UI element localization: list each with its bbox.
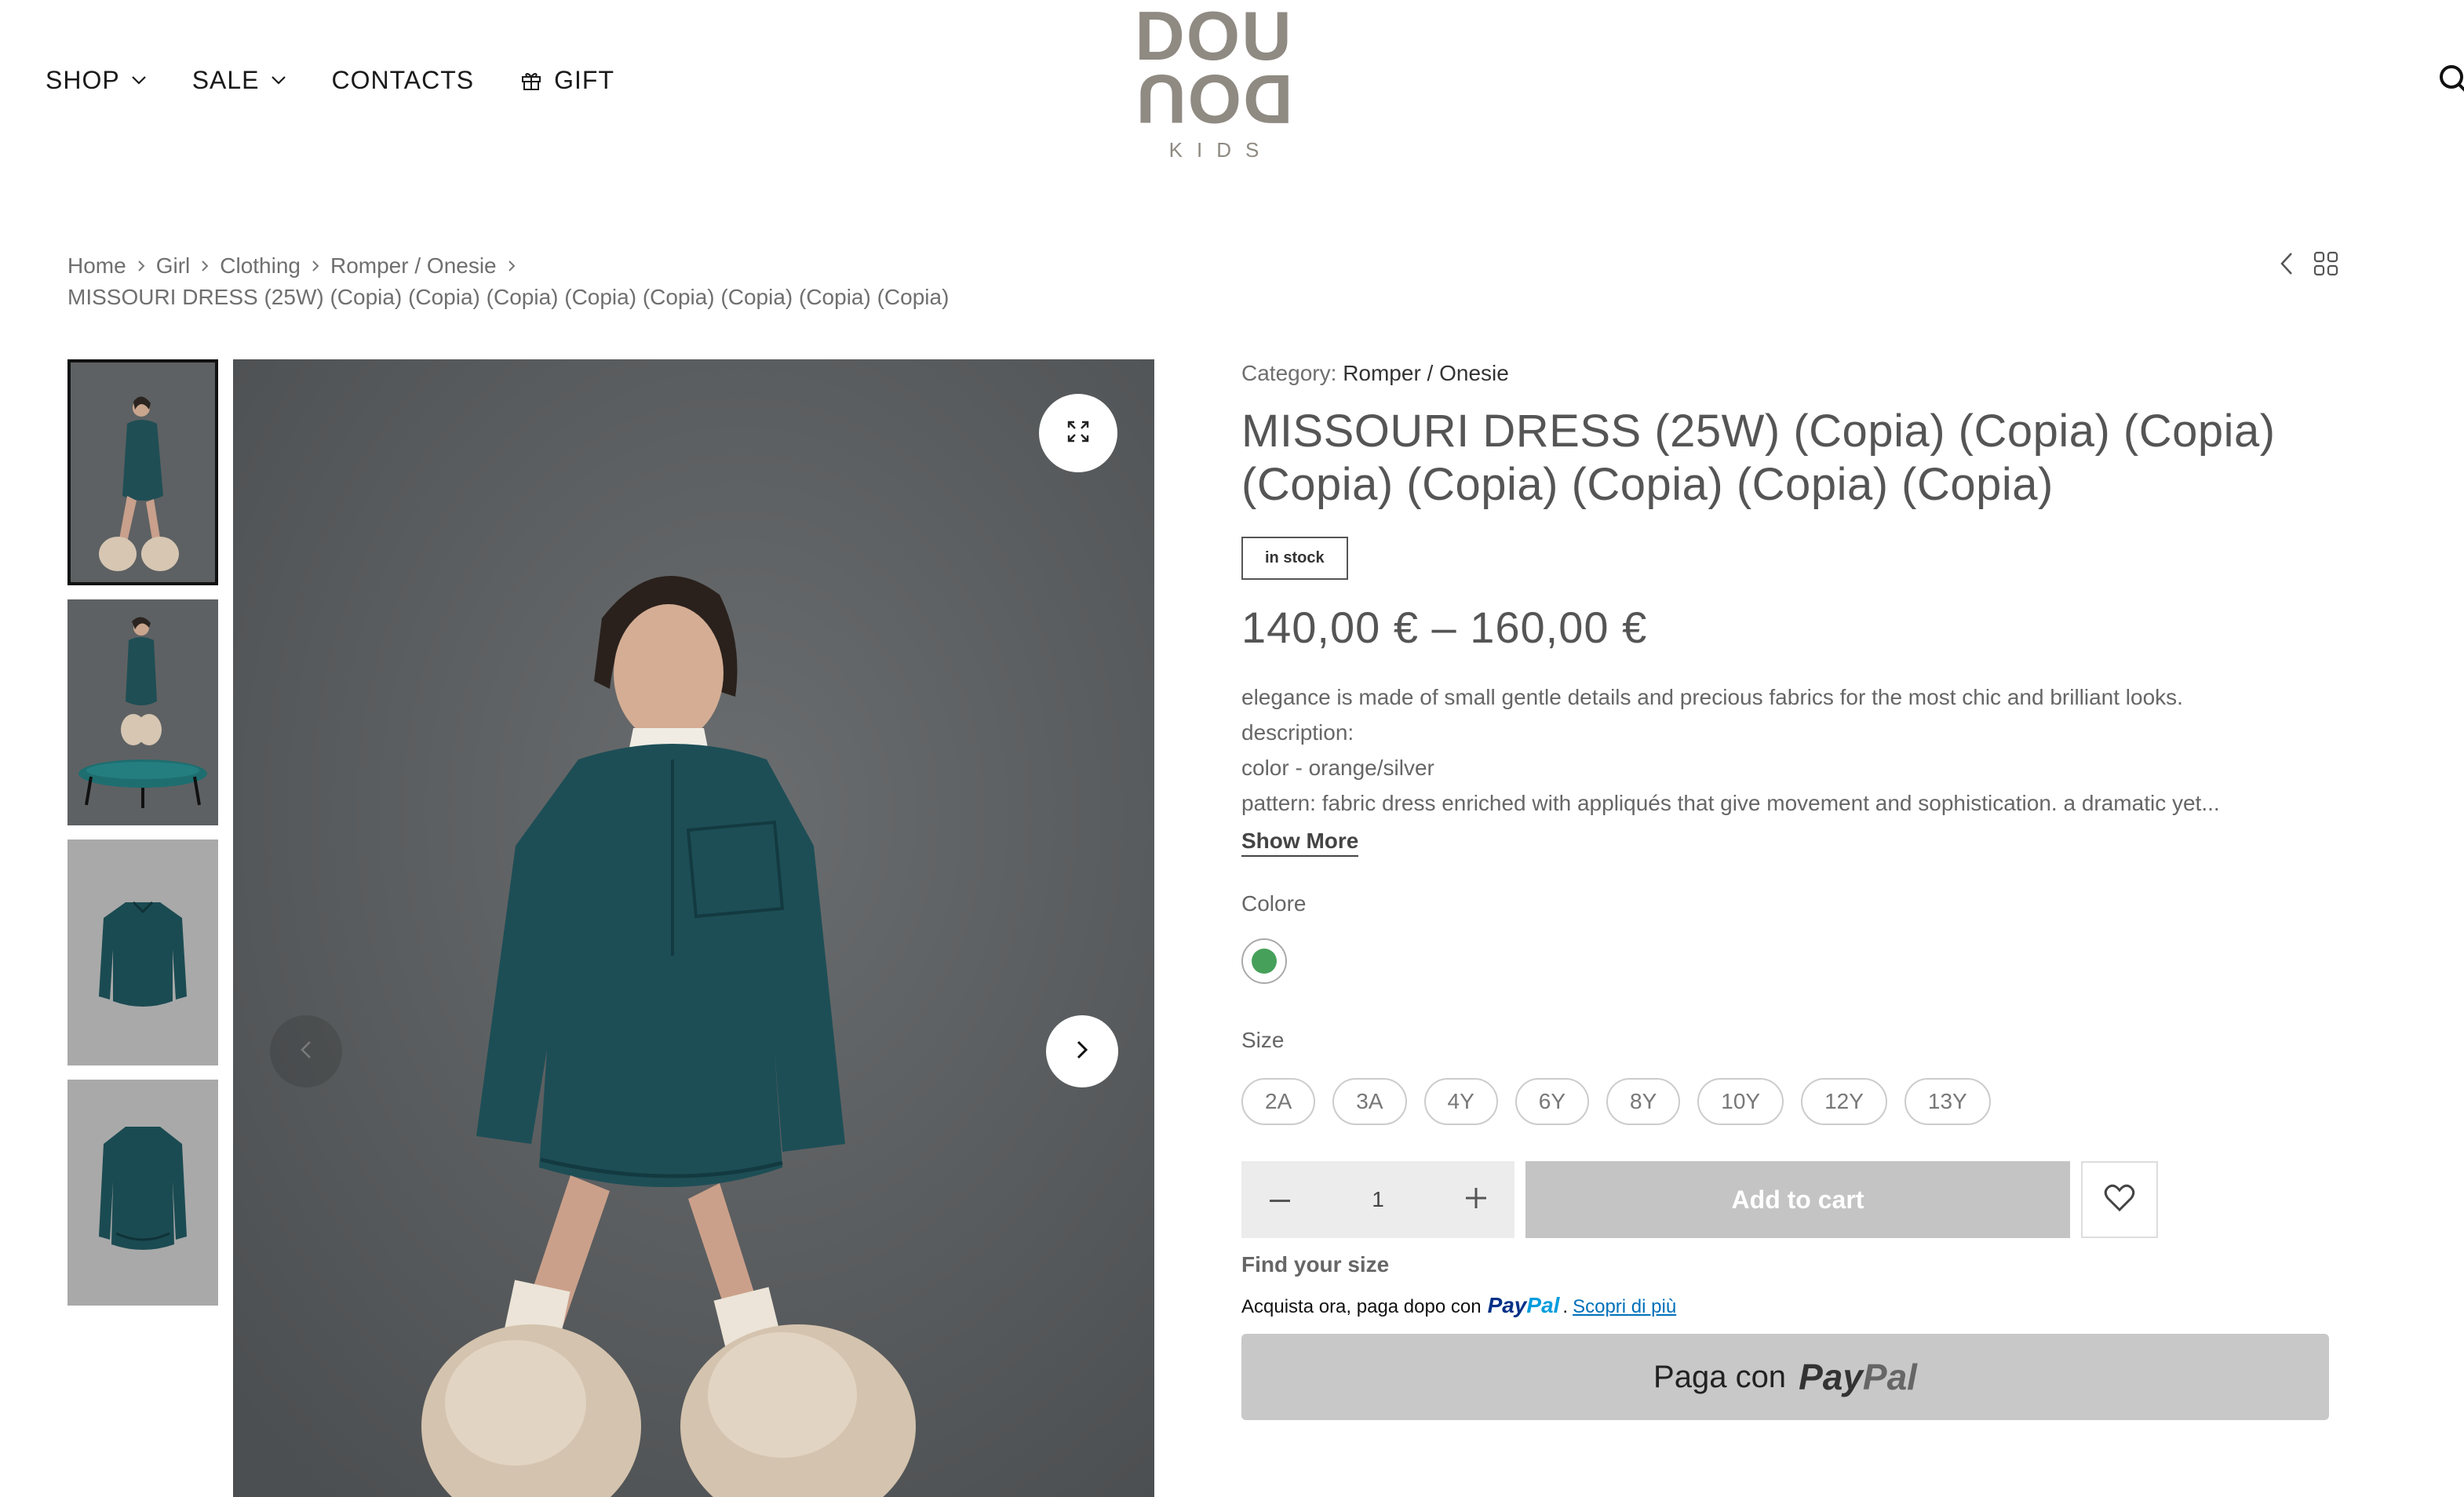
thumbnail-3[interactable] [67,840,218,1065]
category-label: Category: [1241,361,1337,385]
logo-subtitle: KIDS [1168,138,1274,162]
minus-icon [1270,1193,1290,1207]
chevron-right-icon [1076,1040,1088,1064]
chevron-right-icon [201,260,209,272]
stock-badge: in stock [1241,537,1348,580]
breadcrumb-clothing[interactable]: Clothing [220,253,301,279]
description-line: elegance is made of small gentle details… [1241,685,2183,709]
paypal-logo-pal: Pal [1526,1293,1560,1317]
wishlist-button[interactable] [2081,1161,2158,1238]
nav-sale-label: SALE [191,65,260,94]
paypal-checkout-button[interactable]: Paga con PayPal [1241,1334,2329,1420]
paypal-logo-pay: Pay [1487,1293,1527,1317]
dress-back-image [67,1080,218,1306]
paypal-period: . [1562,1296,1569,1317]
nav-shop-label: SHOP [46,65,120,94]
paypal-paylater-message: Acquista ora, paga dopo con PayPal. Scop… [1241,1293,2332,1318]
product-info: Category: Romper / Onesie MISSOURI DRESS… [1241,361,2332,1420]
quantity-input[interactable] [1347,1187,1409,1212]
girl-in-teal-dress-image [233,359,1154,1497]
main-nav: SHOP SALE CONTACTS GIFT [46,64,660,96]
size-options: 2A 3A 4Y 6Y 8Y 10Y 12Y 13Y [1241,1078,2332,1125]
fullscreen-button[interactable] [1039,394,1117,472]
paypal-learn-more-link[interactable]: Scopri di più [1573,1296,1676,1318]
heart-icon [2104,1184,2135,1216]
breadcrumb-current: MISSOURI DRESS (25W) (Copia) (Copia) (Co… [67,285,950,309]
size-option-6y[interactable]: 6Y [1514,1078,1589,1125]
breadcrumb-home[interactable]: Home [67,253,126,279]
nav-shop[interactable]: SHOP [46,66,147,95]
nav-contacts[interactable]: CONTACTS [332,66,475,95]
previous-image-button[interactable] [270,1015,342,1087]
nav-contacts-label: CONTACTS [331,65,475,94]
paypal-button-label: Paga con [1653,1359,1787,1394]
color-swatch-green[interactable] [1241,938,1287,984]
chevron-down-icon [131,75,147,85]
girl-standing-image [71,362,215,582]
quantity-decrease-button[interactable] [1260,1180,1299,1219]
product-description: elegance is made of small gentle details… [1241,679,2332,821]
chevron-right-icon [508,260,516,272]
breadcrumb-girl[interactable]: Girl [156,253,191,279]
product-category: Category: Romper / Onesie [1241,361,2332,392]
quantity-increase-button[interactable] [1456,1180,1496,1219]
paypal-logo-pal: Pal [1862,1357,1917,1397]
plus-icon [1466,1187,1486,1212]
description-line: pattern: fabric dress enriched with appl… [1241,791,2220,815]
add-to-cart-button[interactable]: Add to cart [1525,1161,2070,1238]
dress-front-image [67,840,218,1065]
search-icon [2437,65,2464,100]
paypal-logo: PayPal [1799,1356,1917,1398]
nav-gift[interactable]: GIFT [519,66,614,95]
size-label: Size [1241,1028,1285,1052]
cart-row: Add to cart [1241,1161,2332,1238]
main-product-image[interactable] [233,359,1154,1497]
chevron-left-icon [300,1040,312,1064]
logo-text-mirrored: DOU [1135,60,1293,138]
product-price: 140,00 € – 160,00 € [1241,603,1648,652]
paypal-logo: PayPal [1488,1293,1560,1318]
chevron-right-icon [312,260,319,272]
chevron-right-icon [137,260,145,272]
previous-product-icon[interactable] [2279,251,2295,276]
thumbnail-2[interactable] [67,599,218,825]
find-your-size-link[interactable]: Find your size [1241,1252,2332,1277]
product-title: MISSOURI DRESS (25W) (Copia) (Copia) (Co… [1241,406,2276,510]
breadcrumb-row: Home Girl Clothing Romper / Onesie [67,253,949,279]
gift-icon [519,68,543,92]
size-option-3a[interactable]: 3A [1332,1078,1407,1125]
breadcrumb: Home Girl Clothing Romper / Onesie MISSO… [67,253,949,311]
size-option-12y[interactable]: 12Y [1801,1078,1887,1125]
size-option-4y[interactable]: 4Y [1423,1078,1498,1125]
paypal-message-text: Acquista ora, paga dopo con [1241,1296,1482,1317]
nav-gift-label: GIFT [554,65,615,94]
brand-logo[interactable]: DOU DOU KIDS [1132,0,1296,162]
show-more-link[interactable]: Show More [1241,829,1359,857]
thumbnail-list [67,359,218,1320]
description-line: color - orange/silver [1241,756,1434,780]
size-option-2a[interactable]: 2A [1241,1078,1316,1125]
size-option-8y[interactable]: 8Y [1606,1078,1681,1125]
paypal-logo-pay: Pay [1799,1357,1863,1397]
quantity-stepper [1241,1161,1514,1238]
product-navigation [2260,251,2338,276]
search-button[interactable] [2437,63,2464,97]
category-link[interactable]: Romper / Onesie [1343,361,1509,385]
color-label: Colore [1241,891,1307,916]
description-line: description: [1241,720,1354,745]
next-image-button[interactable] [1046,1015,1118,1087]
thumbnail-1[interactable] [67,359,218,585]
nav-sale[interactable]: SALE [192,66,286,95]
size-option-10y[interactable]: 10Y [1697,1078,1784,1125]
logo-text-top: DOU [1135,0,1293,75]
thumbnail-4[interactable] [67,1080,218,1306]
girl-on-trampoline-image [67,599,218,825]
chevron-down-icon [271,75,286,85]
breadcrumb-romper[interactable]: Romper / Onesie [330,253,497,279]
expand-icon [1066,420,1090,447]
color-swatch-dot [1252,949,1277,974]
size-option-13y[interactable]: 13Y [1904,1078,1991,1125]
grid-icon[interactable] [2313,251,2338,276]
